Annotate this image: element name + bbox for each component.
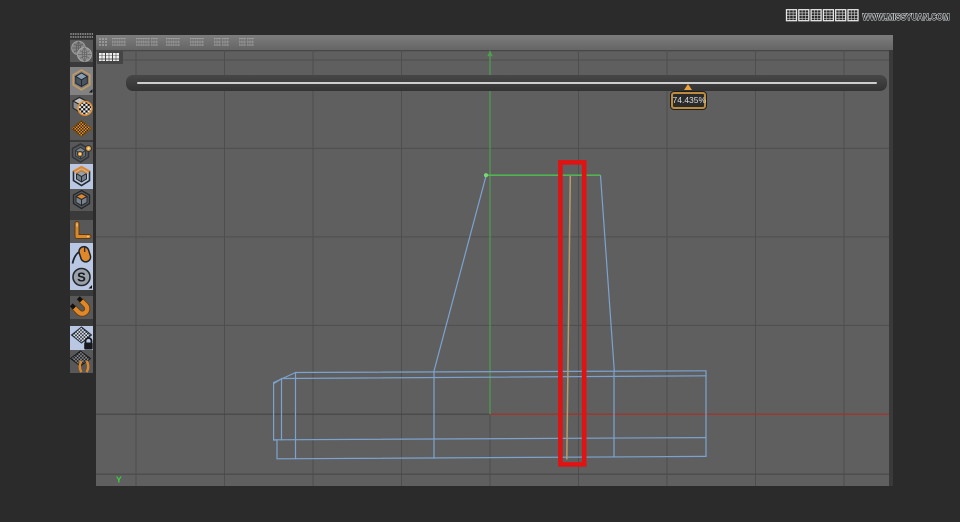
svg-text:WWW.MISSYUAN.COM: WWW.MISSYUAN.COM (863, 12, 950, 22)
svg-text:Y: Y (116, 475, 122, 485)
svg-text:S: S (77, 270, 86, 285)
